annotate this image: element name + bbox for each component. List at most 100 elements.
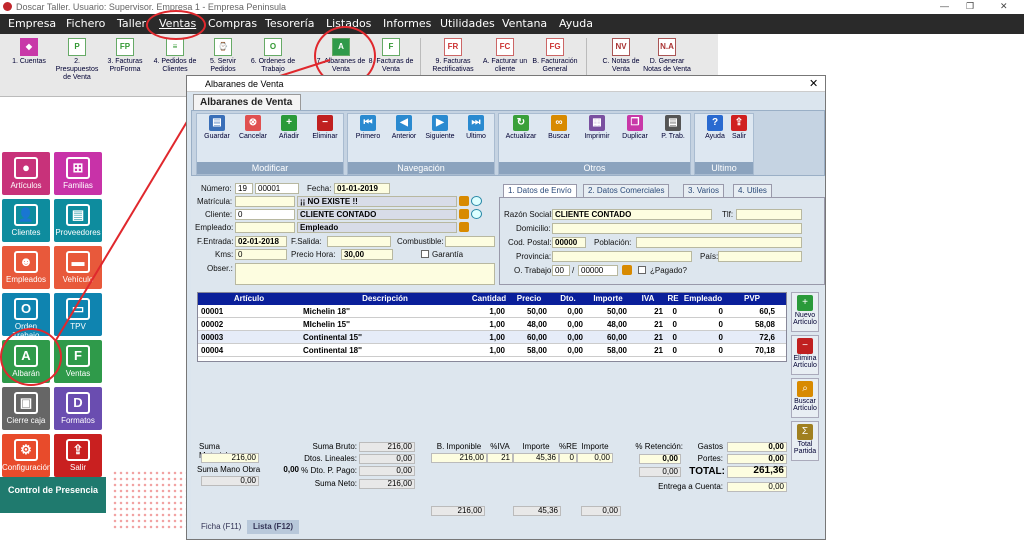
domicilio-field[interactable] [552,223,802,234]
albaranes-window: Albaranes de Venta ✕ Albaranes de Venta … [186,75,826,540]
table-cell: 0,00 [567,346,583,355]
numero-field[interactable]: 00001 [255,183,299,194]
table-cell: 50,00 [526,307,547,316]
combustible-field[interactable] [445,236,495,247]
first-button[interactable]: ⏮ Primero [351,115,385,140]
precio-hora-field[interactable]: 30,00 [341,249,393,260]
pagado-checkbox[interactable] [638,266,646,274]
new-article-button[interactable]: + Nuevo Artículo [791,292,819,332]
entrega-value[interactable]: 0,00 [727,482,787,492]
kms-field[interactable]: 0 [235,249,287,260]
iva-cell: 45,36 [513,453,559,463]
last-icon: ⏭ [468,115,484,131]
delete-article-button[interactable]: − Elimina Artículo [791,335,819,375]
ptrab-button[interactable]: ▤ P. Trab. [656,115,690,140]
tlf-field[interactable] [736,209,802,220]
binoculars-button[interactable]: ∞ Buscar [542,115,576,140]
garantia-checkbox[interactable] [421,250,429,258]
table-row[interactable]: 00002 MIchelin 15'' 1,00 48,00 0,00 48,00 21 0 0… [198,318,786,331]
tab-varios[interactable]: 3. Varios [683,184,724,197]
table-cell: 58,00 [606,346,627,355]
table-cell: 1,00 [489,320,505,329]
portes-value[interactable]: 0,00 [727,454,787,464]
duplicate-button[interactable]: ❐ Duplicar [618,115,652,140]
tab-ficha[interactable]: Ficha (F11) [195,520,248,534]
gastos-label: Gastos [697,442,723,451]
save-button[interactable]: ▤ Guardar [200,115,234,140]
pais-label: País: [700,252,719,261]
pct-dto-value: 0,00 [359,466,415,476]
observaciones-field[interactable] [235,263,495,285]
precio-hora-label: Precio Hora: [291,250,336,259]
albaranes-window-title: Albaranes de Venta [205,79,284,89]
fentrada-field[interactable]: 02-01-2018 [235,236,287,247]
next-button[interactable]: ▶ Siguiente [423,115,457,140]
cliente-label: Cliente: [205,210,233,219]
empleado-code-field[interactable] [235,222,295,233]
table-row[interactable]: 00004 Continental 18'' 1,00 58,00 0,00 58,00 2… [198,344,786,357]
window-close-icon[interactable]: ✕ [809,77,818,90]
otrabajo-number-field[interactable]: 00000 [578,265,618,276]
print-button[interactable]: ▦ Imprimir [580,115,614,140]
otrabajo-serie-field[interactable]: 00 [552,265,570,276]
table-cell: 00002 [201,320,224,329]
view-matricula-icon[interactable] [471,196,482,206]
table-row[interactable]: 00003 Continental 15'' 1,00 60,00 0,00 60,00 2… [198,331,786,344]
search-article-button[interactable]: ⌕ Buscar Artículo [791,378,819,418]
search-otrabajo-icon[interactable] [622,265,632,275]
fecha-label: Fecha: [307,184,332,193]
table-cell: 58,08 [754,320,775,329]
fecha-field[interactable]: 01-01-2019 [334,183,390,194]
view-cliente-icon[interactable] [471,209,482,219]
gastos-value[interactable]: 0,00 [727,442,787,452]
tab-utiles[interactable]: 4. Utiles [733,184,772,197]
cancel-button[interactable]: ⊗ Cancelar [236,115,270,140]
suma-mano-value: 0,00 [283,465,299,474]
search-cliente-icon[interactable] [459,209,469,219]
dto-lineales-value: 0,00 [359,454,415,464]
previous-button[interactable]: ◀ Anterior [387,115,421,140]
matricula-label: Matrícula: [197,197,233,206]
previous-icon: ◀ [396,115,412,131]
pais-field[interactable] [718,251,802,262]
table-row[interactable]: 00001 Michelin 18'' 1,00 50,00 0,00 50,00 21 0 0… [198,305,786,318]
search-matricula-icon[interactable] [459,196,469,206]
iva-header-cell: Importe [581,442,609,451]
grid-header-cell: Precio [516,294,542,303]
cp-field[interactable]: 00000 [552,237,586,248]
table-cell: 00004 [201,346,224,355]
delete-article-icon: − [797,338,813,354]
table-cell: 0 [672,333,677,342]
table-cell: Continental 15'' [303,333,362,342]
refresh-button[interactable]: ↻ Actualizar [504,115,538,140]
retencion-pct[interactable]: 0,00 [639,454,681,464]
tab-datos-comerciales[interactable]: 2. Datos Comerciales [583,184,670,197]
table-cell: 0 [672,346,677,355]
dto-lineales-label: Dtos. Lineales: [304,454,357,463]
delete-button[interactable]: − Eliminar [308,115,342,140]
matricula-field[interactable] [235,196,295,207]
table-cell: 1,00 [489,307,505,316]
exit-button[interactable]: ⇪ Salir [722,115,756,140]
razon-field[interactable]: CLIENTE CONTADO [552,209,712,220]
table-cell: 0 [718,333,723,342]
tab-lista[interactable]: Lista (F12) [247,520,300,534]
fsalida-field[interactable] [327,236,391,247]
ptrab-icon: ▤ [665,115,681,131]
table-cell: 0,00 [567,333,583,342]
table-cell: 0,00 [567,320,583,329]
serie-field[interactable]: 19 [235,183,253,194]
grid-header-cell: Descripción [362,294,408,303]
albaranes-tab[interactable]: Albaranes de Venta [193,94,301,110]
search-empleado-icon[interactable] [459,222,469,232]
grid-header-cell: Dto. [560,294,576,303]
table-cell: 21 [654,307,663,316]
tab-datos-envio[interactable]: 1. Datos de Envío [503,184,577,197]
table-cell: 72,6 [759,333,775,342]
add-button[interactable]: + Añadir [272,115,306,140]
last-button[interactable]: ⏭ Ultimo [459,115,493,140]
cliente-code-field[interactable]: 0 [235,209,295,220]
poblacion-field[interactable] [636,237,802,248]
numero-label: Número: [201,184,232,193]
provincia-field[interactable] [552,251,692,262]
